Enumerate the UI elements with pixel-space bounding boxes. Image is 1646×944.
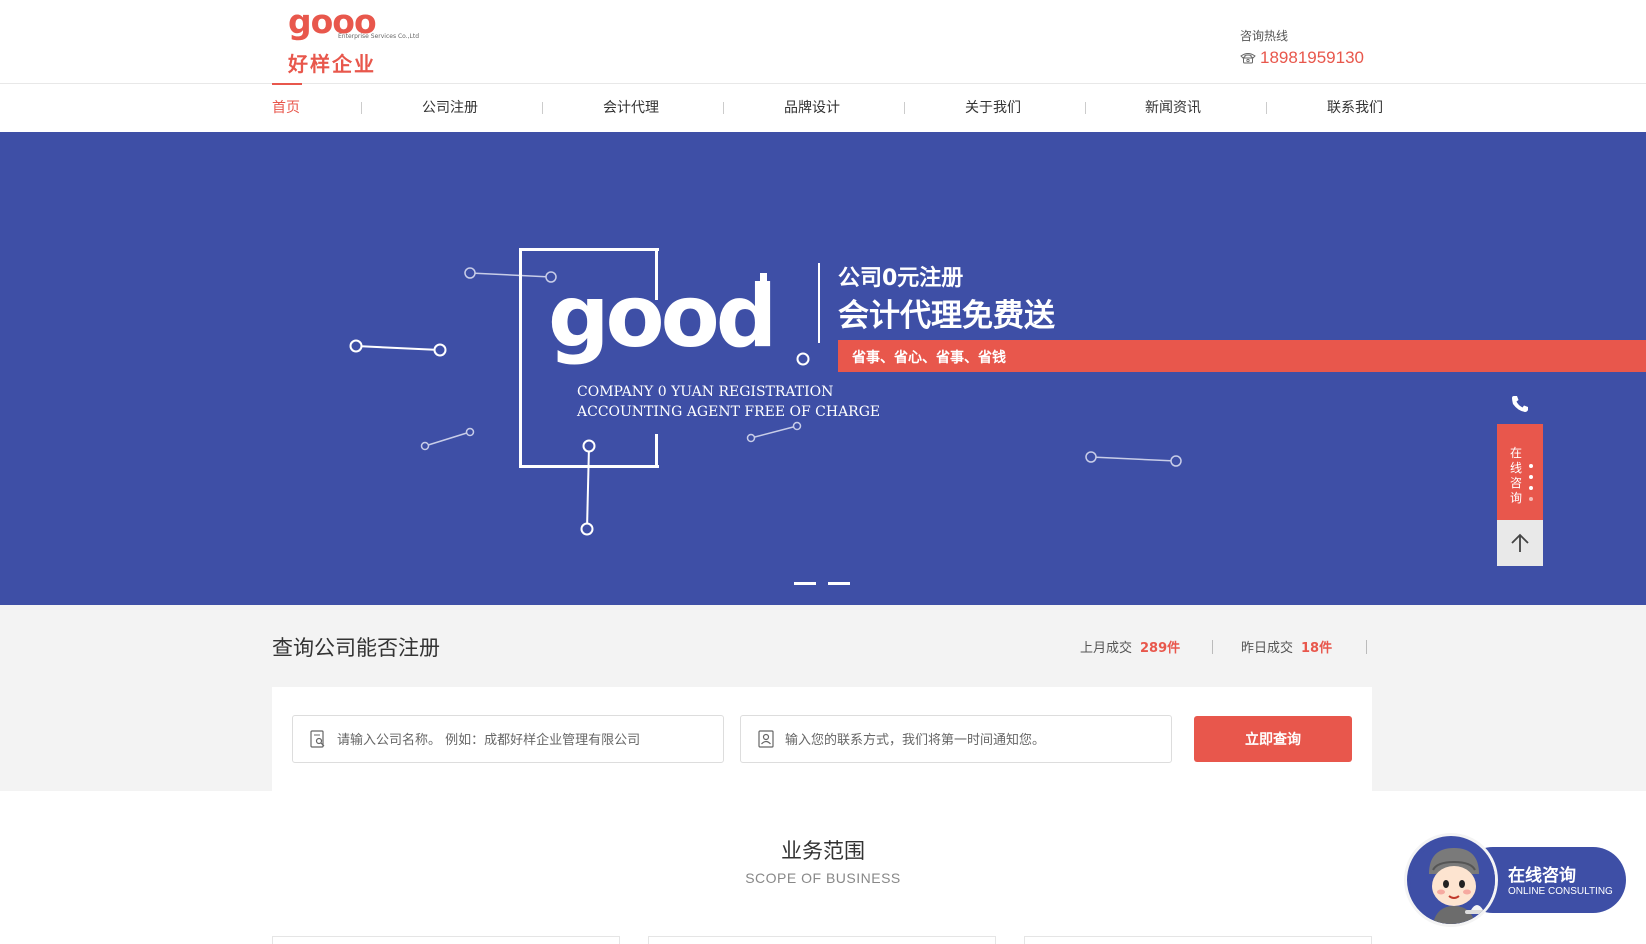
logo-cn-name: 好样企业 <box>288 52 376 76</box>
side-consult-label: 在线咨询 <box>1510 446 1523 505</box>
company-name-input[interactable] <box>337 729 717 751</box>
carousel-dots <box>794 582 850 585</box>
banner-logo-accent <box>760 273 767 290</box>
nav-item-accounting-agent[interactable]: 会计代理 <box>603 84 659 132</box>
carousel-dot-1[interactable] <box>794 582 816 585</box>
query-form: 立即查询 <box>272 687 1372 791</box>
query-submit-button[interactable]: 立即查询 <box>1194 716 1352 762</box>
banner-english-text: COMPANY 0 YUAN REGISTRATION ACCOUNTING A… <box>577 382 880 422</box>
banner-title-2: 会计代理免费送 <box>838 298 1055 334</box>
banner-english-line-1: COMPANY 0 YUAN REGISTRATION <box>577 384 834 400</box>
business-section-title: 业务范围 <box>781 839 865 863</box>
banner-logo-text: good <box>548 267 777 367</box>
stat-divider <box>1212 640 1213 654</box>
nav-divider <box>1085 102 1086 114</box>
nav-item-home[interactable]: 首页 <box>272 83 302 132</box>
hotline-label: 咨询热线 <box>1240 29 1289 43</box>
nav-item-contact-us[interactable]: 联系我们 <box>1327 84 1383 132</box>
site-logo[interactable]: gooo Enterprise Services Co.,Ltd 好样企业 <box>286 2 420 77</box>
nav-divider <box>723 102 724 114</box>
stat-yesterday-value: 18件 <box>1301 641 1333 656</box>
stat-yesterday: 昨日成交 18件 <box>1241 637 1332 656</box>
company-name-field <box>292 715 724 763</box>
banner-title-1: 公司0元注册 <box>838 266 964 291</box>
business-card[interactable] <box>648 936 996 944</box>
side-toolbar: 在线咨询 <box>1497 384 1543 566</box>
banner-slogan: 省事、省心、省事、省钱 <box>852 350 1006 366</box>
floating-consult-button[interactable]: 在线咨询 ONLINE CONSULTING <box>1404 833 1626 927</box>
banner-divider <box>818 263 820 343</box>
main-nav: 首页 公司注册 会计代理 品牌设计 关于我们 新闻资讯 联系我们 <box>0 83 1646 132</box>
nav-divider <box>361 102 362 114</box>
logo-subtitle: Enterprise Services Co.,Ltd <box>338 33 420 40</box>
nav-item-news[interactable]: 新闻资讯 <box>1145 84 1201 132</box>
query-title: 查询公司能否注册 <box>272 636 440 660</box>
nav-item-about-us[interactable]: 关于我们 <box>965 84 1021 132</box>
carousel-dot-2[interactable] <box>828 582 850 585</box>
side-online-consult-button[interactable]: 在线咨询 <box>1497 424 1543 520</box>
nav-divider <box>1266 102 1267 114</box>
telephone-icon <box>1240 53 1256 64</box>
side-phone-button[interactable] <box>1497 384 1543 424</box>
cartoon-waiter-illustration <box>1410 839 1495 924</box>
nav-item-company-registration[interactable]: 公司注册 <box>422 84 478 132</box>
nav-divider <box>904 102 905 114</box>
hotline-number[interactable]: 18981959130 <box>1260 48 1364 68</box>
hotline: 咨询热线 18981959130 <box>1240 27 1364 68</box>
side-dots <box>1529 464 1533 508</box>
consult-subtitle: ONLINE CONSULTING <box>1508 886 1613 897</box>
stat-last-month: 上月成交 289件 <box>1080 637 1180 656</box>
phone-icon <box>1512 396 1528 412</box>
business-section-subtitle: SCOPE OF BUSINESS <box>745 870 901 886</box>
document-search-icon <box>310 730 325 748</box>
contact-card-icon <box>758 730 774 748</box>
stat-yesterday-label: 昨日成交 <box>1241 641 1294 656</box>
back-to-top-button[interactable] <box>1497 520 1543 566</box>
consult-title: 在线咨询 <box>1508 866 1576 886</box>
banner-english-line-2: ACCOUNTING AGENT FREE OF CHARGE <box>577 404 881 420</box>
business-card[interactable] <box>272 936 620 944</box>
contact-input[interactable] <box>785 729 1165 751</box>
arrow-up-icon <box>1511 533 1529 552</box>
nav-item-brand-design[interactable]: 品牌设计 <box>784 84 840 132</box>
nav-divider <box>542 102 543 114</box>
site-header: gooo Enterprise Services Co.,Ltd 好样企业 咨询… <box>0 0 1646 84</box>
logo-frame-edge <box>655 434 658 468</box>
business-card[interactable] <box>1024 936 1372 944</box>
stat-divider <box>1366 640 1367 654</box>
contact-field <box>740 715 1172 763</box>
consultant-avatar <box>1404 833 1498 927</box>
stat-last-month-label: 上月成交 <box>1080 641 1133 656</box>
banner-slogan-strip: 省事、省心、省事、省钱 <box>838 340 1646 372</box>
stat-last-month-value: 289件 <box>1140 641 1181 656</box>
hero-banner[interactable]: good COMPANY 0 YUAN REGISTRATION ACCOUNT… <box>0 132 1646 605</box>
